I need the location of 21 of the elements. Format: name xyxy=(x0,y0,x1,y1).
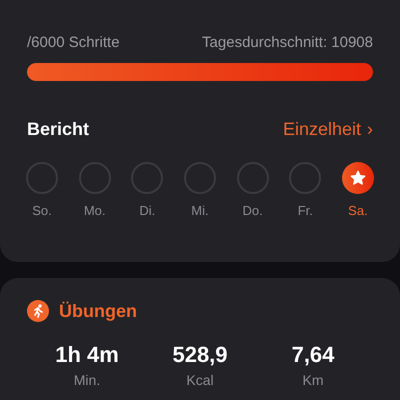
stat-value: 7,64 xyxy=(292,342,334,368)
day-label: Do. xyxy=(242,203,263,218)
stat-value: 1h 4m xyxy=(55,342,119,368)
day-circle[interactable] xyxy=(342,162,374,194)
step-goal: /6000 Schritte xyxy=(27,34,120,51)
day-label: Sa. xyxy=(348,203,368,218)
stat-value: 528,9 xyxy=(172,342,228,368)
day-label: So. xyxy=(32,203,52,218)
star-icon xyxy=(350,170,366,186)
day-label: Mo. xyxy=(84,203,106,218)
stat-unit: Min. xyxy=(74,372,100,388)
daily-average: Tagesdurchschnitt: 10908 xyxy=(202,34,373,51)
day-label: Di. xyxy=(139,203,156,218)
stat-unit: Km xyxy=(302,372,324,388)
stat-unit: Kcal xyxy=(186,372,214,388)
exercise-title: Übungen xyxy=(59,300,137,322)
runner-icon xyxy=(27,300,49,322)
day-label: Mi. xyxy=(191,203,209,218)
details-link[interactable]: Einzelheit › xyxy=(282,119,373,140)
report-title: Bericht xyxy=(27,119,90,140)
day-label: Fr. xyxy=(298,203,313,218)
